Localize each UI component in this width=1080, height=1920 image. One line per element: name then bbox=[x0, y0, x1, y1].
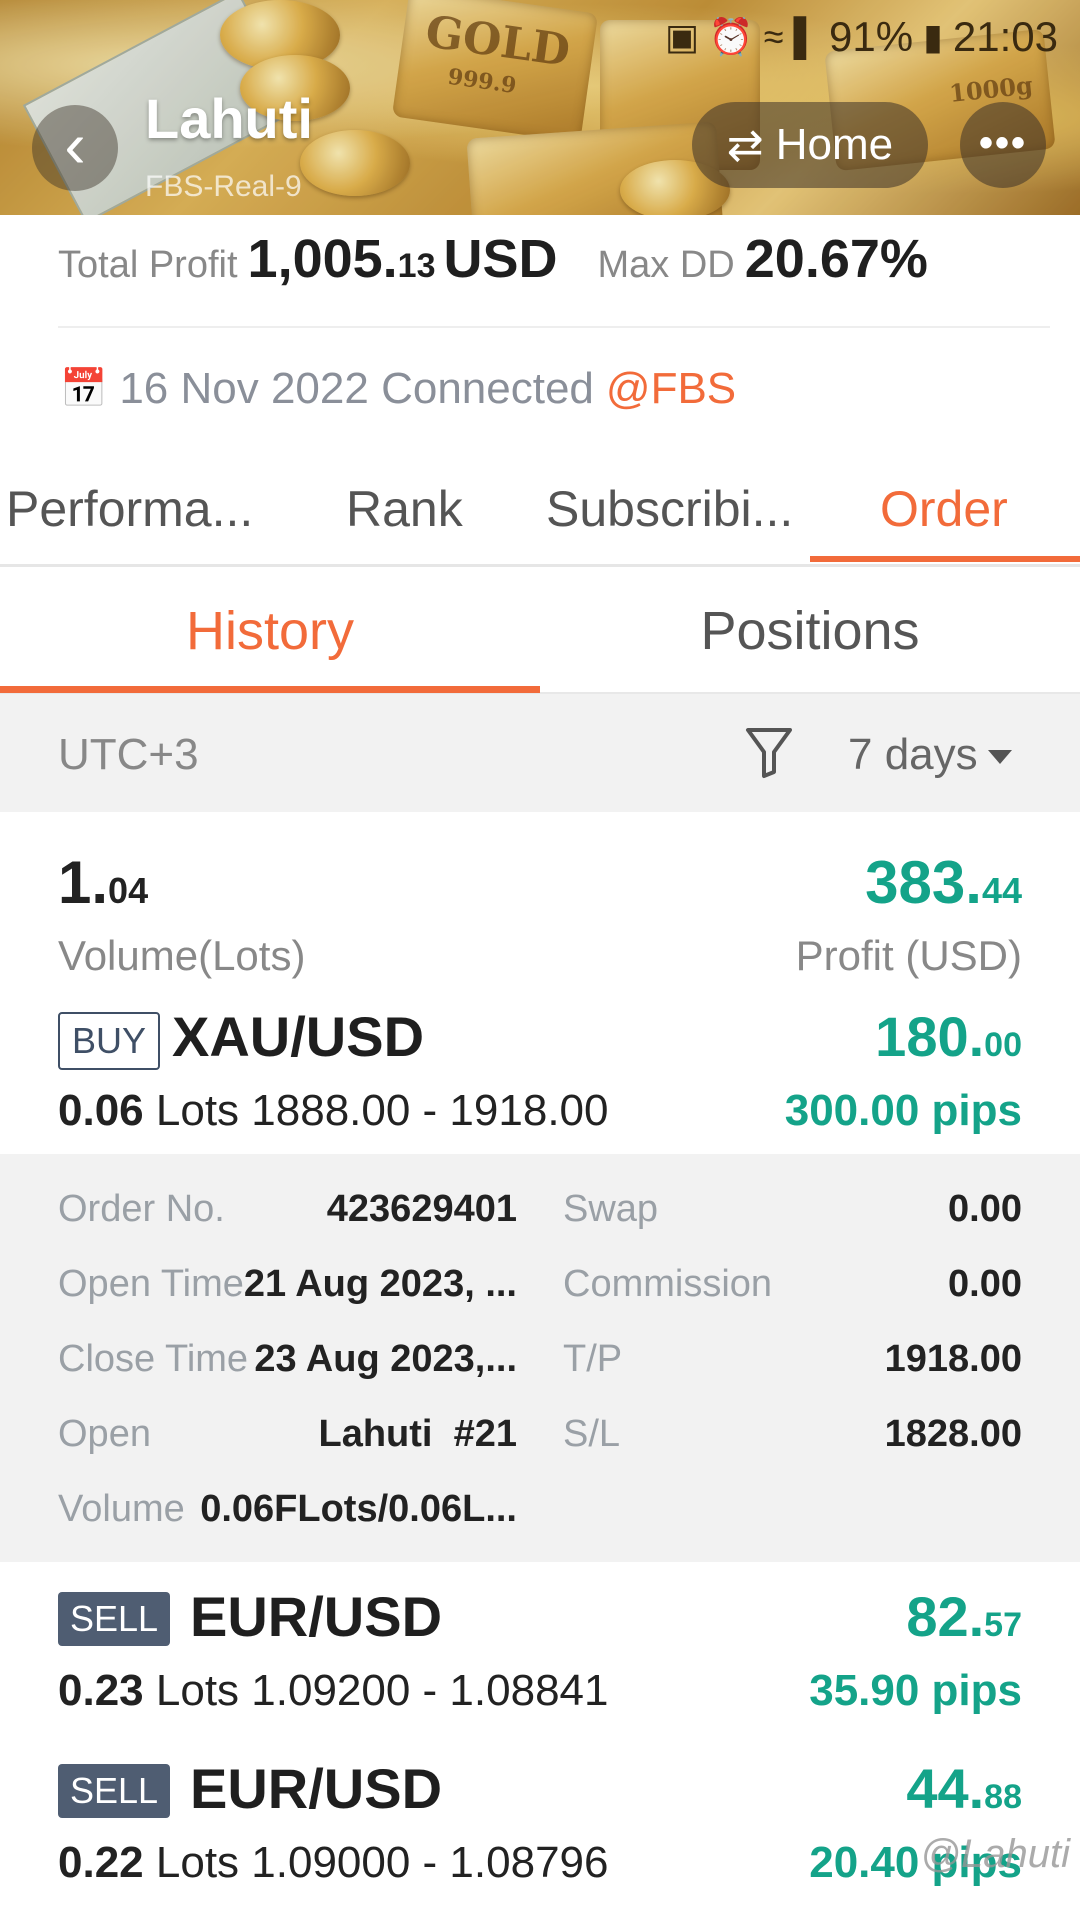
commission-label: Commission bbox=[563, 1263, 773, 1305]
battery-percent: 91% bbox=[829, 13, 914, 60]
battery-icon: ▮ bbox=[923, 16, 943, 57]
active-subtab-indicator bbox=[0, 686, 540, 693]
header-banner: GOLD 999.9 1000g ▣ ⏰ ≈ ▌ 91% ▮ 21:03 ‹ La… bbox=[0, 0, 1080, 215]
order-row[interactable]: BUY XAU/USD 0.06 Lots 1888.00 - 1918.00 … bbox=[0, 982, 1080, 1156]
open-value: Lahuti #21 bbox=[318, 1413, 518, 1455]
total-profit-usd: 383.44 bbox=[865, 849, 1022, 916]
order-row[interactable]: SELL EUR/USD 0.22 Lots 1.09000 - 1.08796… bbox=[0, 1734, 1080, 1920]
order-profit: 180.00 bbox=[875, 1005, 1022, 1068]
open-time-label: Open Time bbox=[58, 1263, 244, 1305]
order-lots-line: 0.06 Lots 1888.00 - 1918.00 bbox=[58, 1086, 609, 1135]
tp-value: 1918.00 bbox=[884, 1338, 1022, 1380]
open-time-value: 21 Aug 2023, ... bbox=[243, 1263, 517, 1305]
commission-value: 0.00 bbox=[948, 1263, 1022, 1305]
volume-label: Volume bbox=[58, 1488, 185, 1530]
open-label: Open bbox=[58, 1413, 151, 1455]
back-chevron-icon: ‹ bbox=[64, 109, 86, 181]
order-profit: 44.88 bbox=[906, 1757, 1022, 1820]
tab-order[interactable]: Order bbox=[880, 480, 1008, 538]
timezone-label: UTC+3 bbox=[58, 730, 199, 779]
detail-row: Open Time 21 Aug 2023, ... Commission 0.… bbox=[0, 1263, 1080, 1323]
history-totals: 1.04 Volume(Lots) 383.44 Profit (USD) bbox=[0, 812, 1080, 984]
page-title: Lahuti bbox=[145, 87, 313, 150]
side-badge: SELL bbox=[58, 1764, 171, 1818]
order-pips: 300.00 pips bbox=[784, 1086, 1022, 1135]
tab-history[interactable]: History bbox=[0, 600, 540, 662]
order-no-value: 423629401 bbox=[326, 1188, 517, 1230]
home-button[interactable]: ⇄ Home bbox=[692, 102, 928, 188]
order-symbol: XAU/USD bbox=[172, 1005, 425, 1068]
filter-icon[interactable] bbox=[744, 724, 794, 780]
total-volume-value: 1.04 bbox=[58, 849, 149, 916]
tp-label: T/P bbox=[563, 1338, 623, 1380]
back-button[interactable]: ‹ bbox=[32, 105, 118, 191]
order-row[interactable]: SELL EUR/USD 0.23 Lots 1.09200 - 1.08841… bbox=[0, 1562, 1080, 1736]
clock: 21:03 bbox=[952, 13, 1058, 60]
period-value: 7 days bbox=[848, 730, 978, 779]
order-sub-tabs: History Positions bbox=[0, 564, 1080, 695]
caret-down-icon bbox=[987, 750, 1012, 764]
order-profit: 82.57 bbox=[906, 1585, 1022, 1648]
filter-bar: UTC+3 7 days bbox=[0, 694, 1080, 812]
order-no-label: Order No. bbox=[58, 1188, 225, 1230]
connection-info: 📅 16 Nov 2022 Connected @FBS bbox=[60, 364, 736, 414]
order-lots-line: 0.23 Lots 1.09200 - 1.08841 bbox=[58, 1666, 609, 1715]
order-lots-line: 0.22 Lots 1.09000 - 1.08796 bbox=[58, 1838, 609, 1887]
side-badge: SELL bbox=[58, 1592, 171, 1646]
detail-row: Open Lahuti #21 S/L 1828.00 bbox=[0, 1413, 1080, 1473]
wifi-icon: ≈ bbox=[763, 16, 784, 57]
total-profit-value: 1,005.13 USD bbox=[247, 229, 558, 289]
calendar-icon: 📅 bbox=[60, 368, 108, 410]
sl-label: S/L bbox=[563, 1413, 621, 1455]
max-dd-label: Max DD bbox=[597, 244, 735, 286]
swap-arrows-icon: ⇄ bbox=[726, 120, 764, 170]
detail-row: Volume 0.06FLots/0.06L... bbox=[0, 1488, 1080, 1548]
alarm-icon: ⏰ bbox=[708, 16, 754, 57]
tab-rank[interactable]: Rank bbox=[346, 480, 463, 538]
more-button[interactable]: ••• bbox=[960, 102, 1046, 188]
detail-row: Close Time 23 Aug 2023,... T/P 1918.00 bbox=[0, 1338, 1080, 1398]
battery-saver-icon: ▣ bbox=[664, 16, 699, 57]
more-dots-icon: ••• bbox=[978, 121, 1027, 165]
period-dropdown[interactable]: 7 days bbox=[848, 730, 1012, 780]
order-symbol: EUR/USD bbox=[190, 1585, 443, 1648]
order-detail-panel: Order No. 423629401 Swap 0.00 Open Time … bbox=[0, 1154, 1080, 1562]
close-time-value: 23 Aug 2023,... bbox=[254, 1338, 517, 1380]
max-dd-value: 20.67% bbox=[744, 229, 928, 289]
signal-icon: ▌ bbox=[793, 16, 820, 57]
close-time-label: Close Time bbox=[58, 1338, 249, 1380]
account-subtitle: FBS-Real-9 bbox=[145, 170, 302, 203]
volume-value: 0.06FLots/0.06L... bbox=[200, 1488, 517, 1530]
tab-performance[interactable]: Performa... bbox=[6, 480, 253, 538]
profit-summary: Total Profit 1,005.13 USD Max DD 20.67% bbox=[58, 228, 1048, 298]
side-badge: BUY bbox=[58, 1012, 161, 1070]
home-button-label: Home bbox=[775, 120, 894, 169]
detail-row: Order No. 423629401 Swap 0.00 bbox=[0, 1188, 1080, 1248]
tab-positions[interactable]: Positions bbox=[540, 600, 1080, 662]
broker-link[interactable]: @FBS bbox=[606, 364, 736, 414]
watermark: @Lahuti bbox=[920, 1832, 1070, 1876]
sl-value: 1828.00 bbox=[884, 1413, 1022, 1455]
order-pips: 35.90 pips bbox=[809, 1666, 1022, 1715]
total-volume-label: Volume(Lots) bbox=[58, 932, 306, 979]
main-tabs: Performa... Rank Subscribi... Order bbox=[0, 470, 1080, 567]
total-profit-label: Total Profit bbox=[58, 244, 238, 286]
active-tab-indicator bbox=[810, 556, 1080, 562]
tab-subscribing[interactable]: Subscribi... bbox=[546, 480, 793, 538]
status-bar: ▣ ⏰ ≈ ▌ 91% ▮ 21:03 bbox=[665, 12, 1058, 62]
divider bbox=[58, 326, 1050, 328]
total-profit-usd-label: Profit (USD) bbox=[795, 932, 1022, 979]
order-symbol: EUR/USD bbox=[190, 1757, 443, 1820]
swap-label: Swap bbox=[563, 1188, 659, 1230]
swap-value: 0.00 bbox=[948, 1188, 1022, 1230]
connected-date: 16 Nov 2022 Connected bbox=[119, 364, 594, 413]
